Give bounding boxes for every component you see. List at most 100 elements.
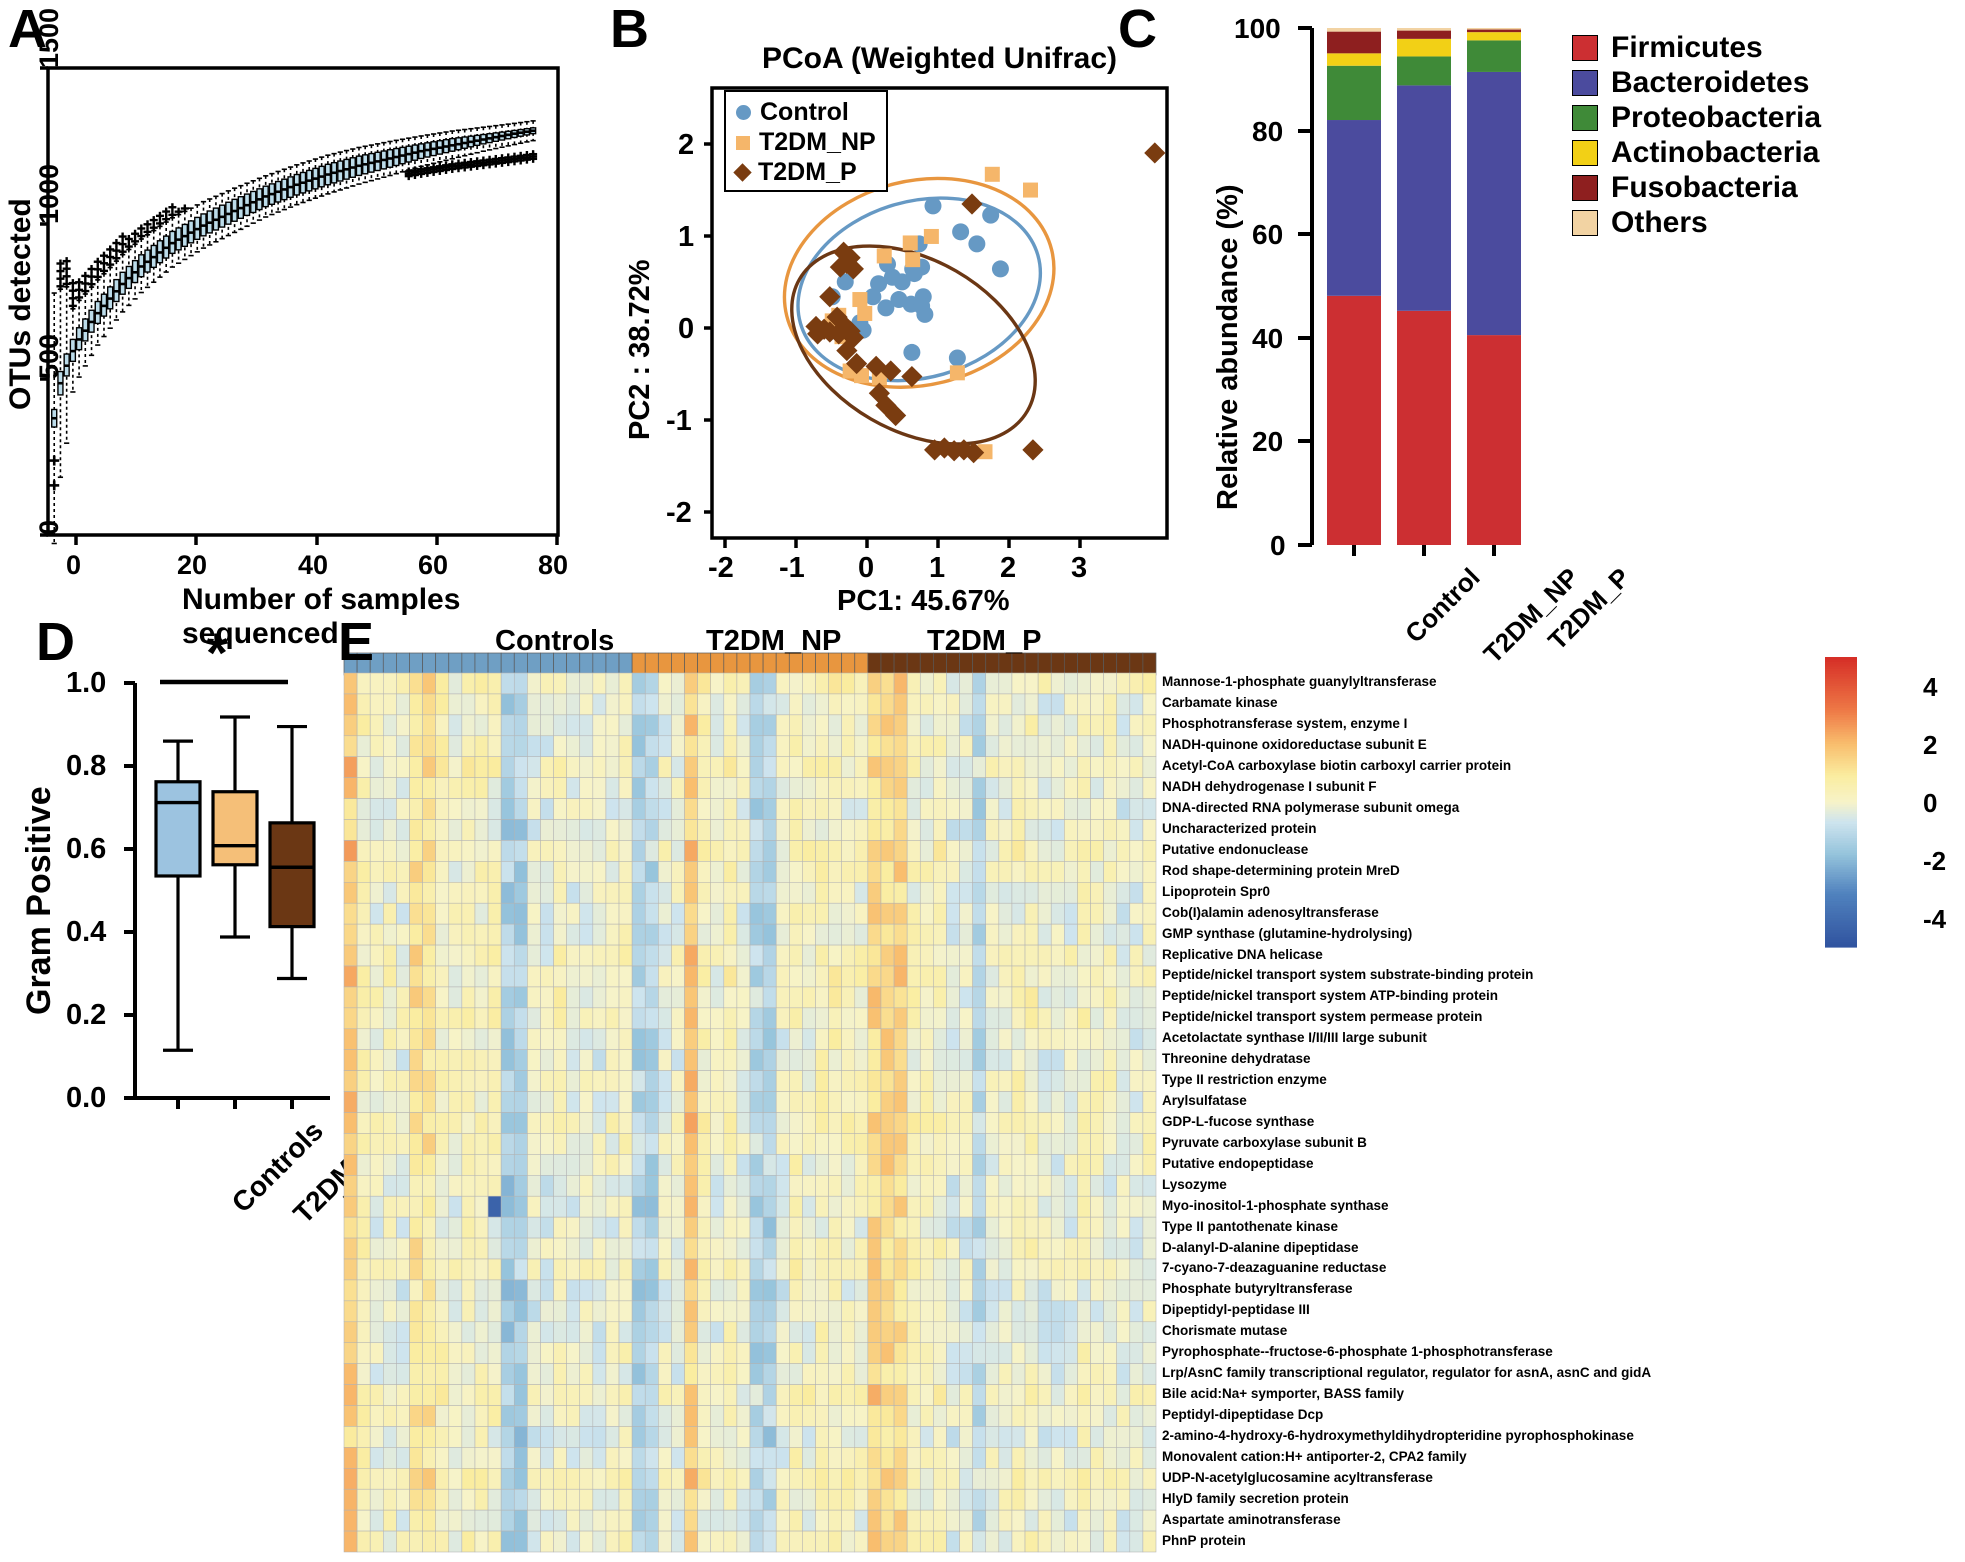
panel-a-xtick-60: 60: [418, 550, 449, 580]
panel-a-ytick-1500: 1500: [34, 7, 64, 68]
legend-marker-t2dm-np-icon: [736, 135, 750, 150]
panel-e-row-label: UDP-N-acetylglucosamine acyltransferase: [1162, 1469, 1433, 1485]
panel-e-row-label: Cob(I)alamin adenosyltransferase: [1162, 904, 1379, 920]
panel-b-xtick--1: -1: [779, 552, 805, 584]
panel-e-row-label: D-alanyl-D-alanine dipeptidase: [1162, 1239, 1359, 1255]
panel-e-colorbar-tick: -2: [1923, 846, 1947, 876]
panel-e-row-label: Phosphotransferase system, enzyme I: [1162, 716, 1408, 732]
panel-c-ytick-80: 80: [1252, 116, 1284, 147]
panel-e-group-label-t2dm-p: T2DM_P: [927, 625, 1042, 657]
panel-e-row-label: Threonine dehydratase: [1162, 1051, 1311, 1067]
panel-a-xtick-0: 0: [66, 550, 82, 580]
panel-a-xtick-20: 20: [177, 550, 208, 580]
panel-c-legend-label-bacteroidetes: Bacteroidetes: [1611, 65, 1810, 99]
panel-e-row-label: Acetolactate synthase I/II/III large sub…: [1162, 1030, 1427, 1046]
panel-e-row-label: Uncharacterized protein: [1162, 820, 1317, 836]
panel-e: E Controls T2DM_NP T2DM_P Mannose-1-phos…: [330, 615, 1965, 1562]
panel-c-legend-label-others: Others: [1611, 205, 1708, 239]
panel-c-legend-label-proteobacteria: Proteobacteria: [1611, 100, 1822, 134]
legend-swatch-actinobacteria-icon: [1572, 139, 1598, 166]
panel-c-legend-label-actinobacteria: Actinobacteria: [1611, 135, 1820, 169]
panel-e-row-label: Lipoprotein Spr0: [1162, 883, 1270, 899]
panel-a-plot: [40, 66, 560, 545]
panel-d-ytick-0.2: 0.2: [66, 999, 107, 1031]
panel-d-ytick-1.0: 1.0: [66, 667, 107, 699]
legend-swatch-proteobacteria-icon: [1572, 104, 1598, 131]
legend-marker-t2dm-p-icon: [733, 163, 752, 182]
panel-e-row-label: Type II pantothenate kinase: [1162, 1218, 1339, 1234]
panel-a-ytick-1000: 1000: [34, 163, 64, 224]
panel-e-row-label: GDP-L-fucose synthase: [1162, 1113, 1315, 1129]
panel-c-legend-label-firmicutes: Firmicutes: [1611, 30, 1763, 64]
panel-d-ytick-0.4: 0.4: [66, 916, 107, 948]
panel-b-xlabel: PC1: 45.67%: [837, 585, 1010, 617]
panel-c-letter: C: [1118, 0, 1157, 59]
panel-e-row-label: Bile acid:Na+ symporter, BASS family: [1162, 1386, 1404, 1402]
panel-e-row-label: Type II restriction enzyme: [1162, 1072, 1327, 1088]
panel-a-ylabel: OTUs detected: [4, 198, 37, 410]
panel-e-row-label: Peptide/nickel transport system permease…: [1162, 1009, 1483, 1025]
panel-a: A 0 500 1000 1500 0 20 40 60 80 OTUs det…: [0, 0, 600, 650]
panel-c: C 0 20 40 60 80 100 Relative abundance (…: [1110, 0, 1965, 669]
panel-e-row-label: GMP synthase (glutamine-hydrolysing): [1162, 925, 1413, 941]
panel-e-group-label-t2dm-np: T2DM_NP: [706, 625, 842, 657]
panel-b-ytick--2: -2: [666, 497, 692, 529]
panel-e-heatmap: [343, 652, 1857, 1553]
panel-a-xtick-40: 40: [298, 550, 329, 580]
panel-e-row-label: Acetyl-CoA carboxylase biotin carboxyl c…: [1162, 758, 1512, 774]
panel-d-plot: [124, 679, 330, 1109]
panel-e-row-label: Peptide/nickel transport system substrat…: [1162, 967, 1534, 983]
panel-c-ytick-40: 40: [1252, 323, 1284, 354]
panel-e-row-label: Carbamate kinase: [1162, 695, 1278, 711]
panel-e-row-label: Mannose-1-phosphate guanylyltransferase: [1162, 674, 1437, 690]
panel-e-row-label: Phosphate butyryltransferase: [1162, 1281, 1353, 1297]
panel-e-row-label: Aspartate aminotransferase: [1162, 1511, 1341, 1527]
panel-c-ytick-100: 100: [1234, 13, 1281, 44]
panel-e-row-label: Myo-inositol-1-phosphate synthase: [1162, 1197, 1389, 1213]
panel-e-row-label: Dipeptidyl-peptidase III: [1162, 1302, 1310, 1318]
panel-c-ytick-20: 20: [1252, 426, 1284, 457]
panel-e-colorbar-tick: -4: [1923, 904, 1947, 934]
panel-a-ytick-0: 0: [34, 519, 64, 535]
panel-c-ylabel: Relative abundance (%): [1212, 184, 1244, 510]
panel-e-colorbar-tick: 2: [1923, 730, 1938, 760]
panel-e-row-label: Monovalent cation:H+ antiporter-2, CPA2 …: [1162, 1448, 1467, 1464]
panel-e-colorbar-tick: 4: [1923, 672, 1938, 702]
panel-b-xtick-2: 2: [1000, 552, 1017, 584]
panel-e-group-label-controls: Controls: [495, 625, 615, 657]
panel-e-row-label: Putative endonuclease: [1162, 841, 1309, 857]
panel-b-legend-label-t2dm-np: T2DM_NP: [759, 128, 876, 156]
panel-e-row-label: Rod shape-determining protein MreD: [1162, 862, 1400, 878]
panel-c-legend-label-fusobacteria: Fusobacteria: [1611, 170, 1798, 204]
panel-e-row-label: PhnP protein: [1162, 1532, 1246, 1548]
legend-swatch-fusobacteria-icon: [1572, 174, 1598, 201]
panel-b-ylabel: PC2 : 38.72%: [624, 259, 656, 440]
panel-b-legend-label-t2dm-p: T2DM_P: [758, 158, 857, 186]
panel-d-letter: D: [36, 612, 75, 672]
legend-swatch-firmicutes-icon: [1572, 34, 1598, 61]
panel-b-letter: B: [610, 0, 649, 59]
panel-a-xtick-80: 80: [538, 550, 569, 580]
panel-e-row-label: Chorismate mutase: [1162, 1323, 1288, 1339]
panel-e-row-label: HlyD family secretion protein: [1162, 1490, 1349, 1506]
panel-b-ytick--1: -1: [666, 405, 692, 437]
panel-e-row-label: Pyruvate carboxylase subunit B: [1162, 1134, 1367, 1150]
panel-e-row-label: Putative endopeptidase: [1162, 1155, 1314, 1171]
panel-e-letter: E: [338, 612, 375, 672]
panel-b-ytick-1: 1: [678, 221, 695, 253]
panel-d-ytick-0.0: 0.0: [66, 1082, 107, 1114]
panel-c-legend: Firmicutes Bacteroidetes Proteobacteria …: [1572, 30, 1821, 240]
panel-e-row-label: Pyrophosphate--fructose-6-phosphate 1-ph…: [1162, 1344, 1553, 1360]
panel-e-row-label: Lrp/AsnC family transcriptional regulato…: [1162, 1365, 1652, 1381]
legend-swatch-bacteroidetes-icon: [1572, 69, 1598, 96]
panel-e-row-label: Replicative DNA helicase: [1162, 946, 1323, 962]
panel-b-ytick-0: 0: [678, 313, 695, 345]
panel-c-ytick-0: 0: [1270, 530, 1286, 561]
panel-a-ytick-500: 500: [34, 333, 64, 379]
panel-b-xtick-3: 3: [1071, 552, 1088, 584]
panel-c-ytick-60: 60: [1252, 219, 1284, 250]
panel-b-xtick-1: 1: [929, 552, 946, 584]
panel-b-legend: Control T2DM_NP T2DM_P: [724, 90, 888, 192]
panel-b-title: PCoA (Weighted Unifrac): [762, 42, 1118, 75]
panel-d-ytick-0.6: 0.6: [66, 833, 107, 865]
